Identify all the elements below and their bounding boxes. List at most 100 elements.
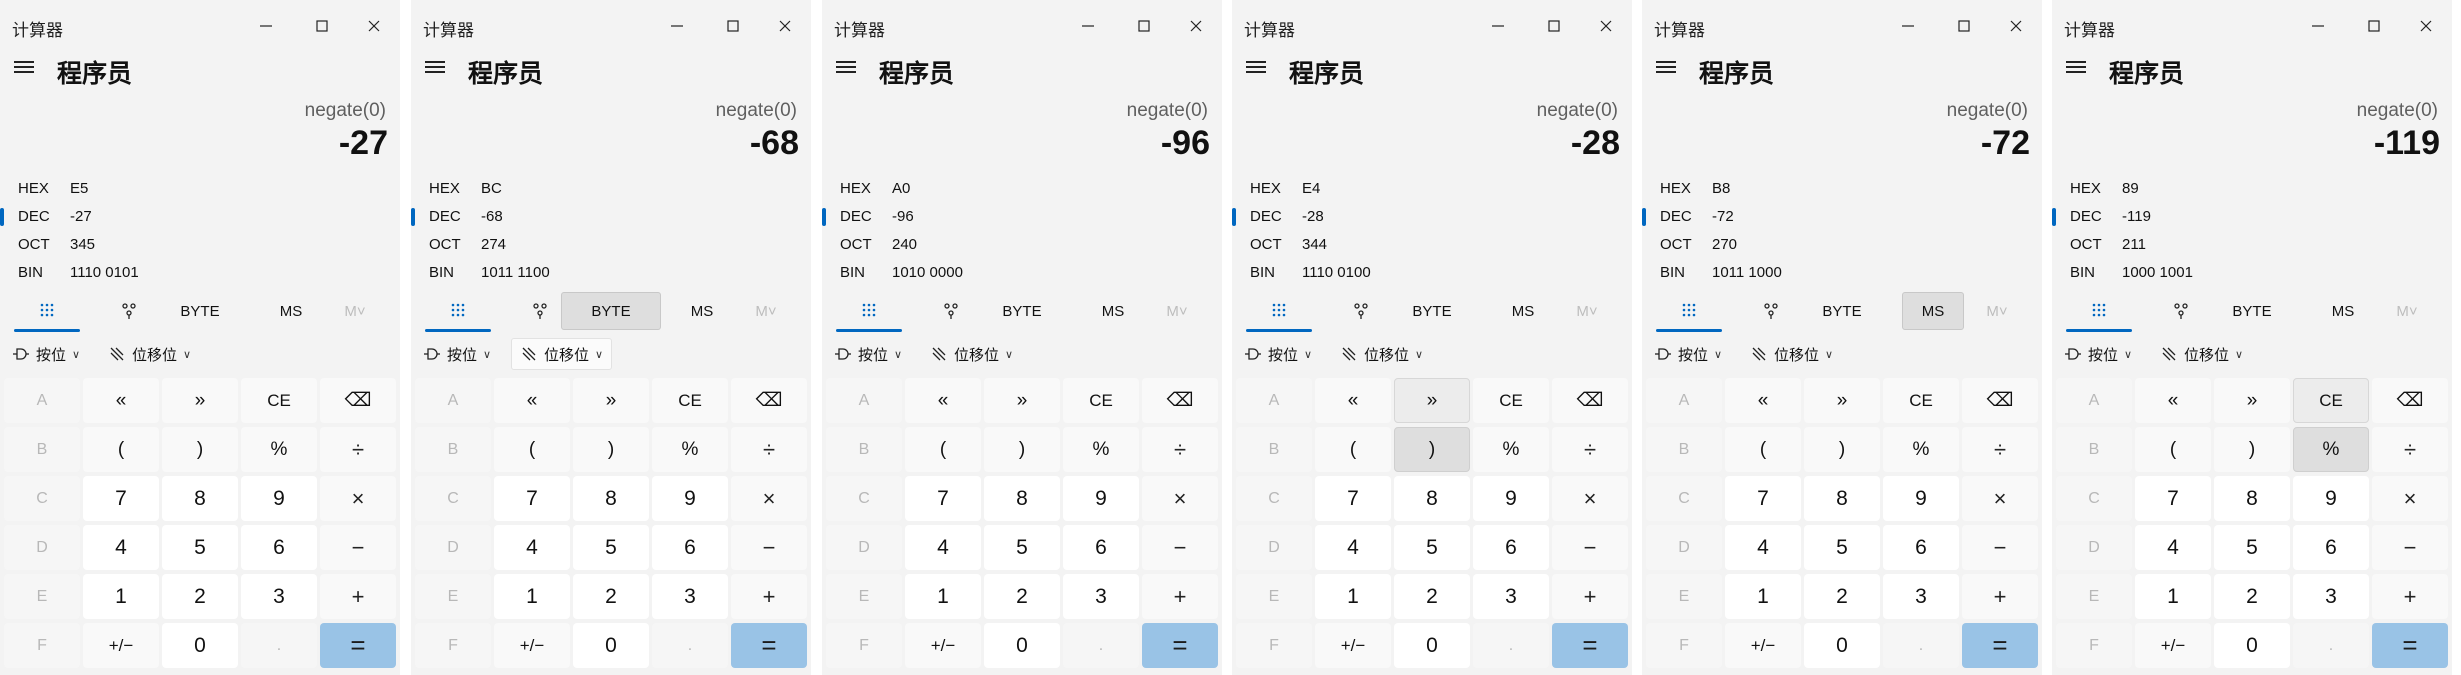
subtract-key[interactable]: −: [320, 525, 396, 570]
full-keypad-tab[interactable]: [4, 292, 90, 332]
bit-shift-dropdown[interactable]: 位移位 ∨: [100, 338, 199, 370]
digit-7-key[interactable]: 7: [1315, 476, 1391, 521]
digit-0-key[interactable]: 0: [573, 623, 649, 668]
digit-1-key[interactable]: 1: [2135, 574, 2211, 619]
digit-2-key[interactable]: 2: [984, 574, 1060, 619]
digit-9-key[interactable]: 9: [1063, 476, 1139, 521]
right-shift-key[interactable]: »: [2214, 378, 2290, 423]
hex-e-key[interactable]: E: [826, 574, 902, 619]
hex-a-key[interactable]: A: [415, 378, 491, 423]
hex-e-key[interactable]: E: [1646, 574, 1722, 619]
digit-1-key[interactable]: 1: [905, 574, 981, 619]
negate-key[interactable]: +/−: [1725, 623, 1801, 668]
right-shift-key[interactable]: »: [1394, 378, 1470, 423]
hex-b-key[interactable]: B: [2056, 427, 2132, 472]
digit-9-key[interactable]: 9: [652, 476, 728, 521]
digit-8-key[interactable]: 8: [2214, 476, 2290, 521]
digit-0-key[interactable]: 0: [1394, 623, 1470, 668]
word-size-button[interactable]: BYTE: [150, 292, 250, 330]
left-shift-key[interactable]: «: [1315, 378, 1391, 423]
multiply-key[interactable]: ×: [2372, 476, 2448, 521]
clear-entry-key[interactable]: CE: [1473, 378, 1549, 423]
radix-bin-row[interactable]: BIN 1110 0101: [0, 258, 400, 286]
radix-oct-row[interactable]: OCT 344: [1232, 230, 1632, 258]
hex-a-key[interactable]: A: [2056, 378, 2132, 423]
digit-6-key[interactable]: 6: [2293, 525, 2369, 570]
radix-oct-row[interactable]: OCT 345: [0, 230, 400, 258]
decimal-key[interactable]: .: [1883, 623, 1959, 668]
minimize-button[interactable]: [2296, 10, 2340, 42]
word-size-button[interactable]: BYTE: [1792, 292, 1892, 330]
digit-8-key[interactable]: 8: [162, 476, 238, 521]
backspace-key[interactable]: ⌫: [1142, 378, 1218, 423]
digit-4-key[interactable]: 4: [2135, 525, 2211, 570]
close-button[interactable]: [1584, 10, 1628, 42]
open-paren-key[interactable]: (: [1315, 427, 1391, 472]
digit-5-key[interactable]: 5: [162, 525, 238, 570]
hex-a-key[interactable]: A: [4, 378, 80, 423]
close-button[interactable]: [2404, 10, 2448, 42]
hamburger-menu-icon[interactable]: [1246, 58, 1268, 80]
digit-4-key[interactable]: 4: [83, 525, 159, 570]
radix-bin-row[interactable]: BIN 1011 1000: [1642, 258, 2042, 286]
hex-d-key[interactable]: D: [826, 525, 902, 570]
backspace-key[interactable]: ⌫: [2372, 378, 2448, 423]
multiply-key[interactable]: ×: [320, 476, 396, 521]
radix-bin-row[interactable]: BIN 1010 0000: [822, 258, 1222, 286]
digit-5-key[interactable]: 5: [2214, 525, 2290, 570]
add-key[interactable]: +: [2372, 574, 2448, 619]
equals-key[interactable]: =: [2372, 623, 2448, 668]
radix-dec-row[interactable]: DEC -96: [822, 202, 1222, 230]
digit-3-key[interactable]: 3: [1473, 574, 1549, 619]
hex-f-key[interactable]: F: [826, 623, 902, 668]
left-shift-key[interactable]: «: [2135, 378, 2211, 423]
radix-bin-row[interactable]: BIN 1000 1001: [2052, 258, 2452, 286]
modulo-key[interactable]: %: [241, 427, 317, 472]
equals-key[interactable]: =: [731, 623, 807, 668]
memory-store-button[interactable]: MS: [1492, 292, 1554, 330]
radix-dec-row[interactable]: DEC -68: [411, 202, 811, 230]
full-keypad-tab[interactable]: [826, 292, 912, 332]
equals-key[interactable]: =: [1142, 623, 1218, 668]
hex-e-key[interactable]: E: [2056, 574, 2132, 619]
add-key[interactable]: +: [320, 574, 396, 619]
open-paren-key[interactable]: (: [494, 427, 570, 472]
digit-6-key[interactable]: 6: [241, 525, 317, 570]
hamburger-menu-icon[interactable]: [836, 58, 858, 80]
digit-1-key[interactable]: 1: [83, 574, 159, 619]
equals-key[interactable]: =: [1552, 623, 1628, 668]
digit-7-key[interactable]: 7: [2135, 476, 2211, 521]
minimize-button[interactable]: [1886, 10, 1930, 42]
radix-hex-row[interactable]: HEX E5: [0, 174, 400, 202]
digit-9-key[interactable]: 9: [2293, 476, 2369, 521]
radix-hex-row[interactable]: HEX 89: [2052, 174, 2452, 202]
left-shift-key[interactable]: «: [494, 378, 570, 423]
open-paren-key[interactable]: (: [83, 427, 159, 472]
decimal-key[interactable]: .: [652, 623, 728, 668]
subtract-key[interactable]: −: [1552, 525, 1628, 570]
negate-key[interactable]: +/−: [83, 623, 159, 668]
digit-9-key[interactable]: 9: [1473, 476, 1549, 521]
negate-key[interactable]: +/−: [2135, 623, 2211, 668]
hex-f-key[interactable]: F: [1646, 623, 1722, 668]
memory-store-button[interactable]: MS: [671, 292, 733, 330]
hamburger-menu-icon[interactable]: [14, 58, 36, 80]
maximize-button[interactable]: [1122, 10, 1166, 42]
hex-a-key[interactable]: A: [1646, 378, 1722, 423]
full-keypad-tab[interactable]: [1236, 292, 1322, 332]
digit-5-key[interactable]: 5: [573, 525, 649, 570]
hex-e-key[interactable]: E: [4, 574, 80, 619]
hex-f-key[interactable]: F: [415, 623, 491, 668]
hex-d-key[interactable]: D: [4, 525, 80, 570]
digit-4-key[interactable]: 4: [905, 525, 981, 570]
hex-a-key[interactable]: A: [1236, 378, 1312, 423]
digit-0-key[interactable]: 0: [2214, 623, 2290, 668]
hex-a-key[interactable]: A: [826, 378, 902, 423]
digit-3-key[interactable]: 3: [1883, 574, 1959, 619]
maximize-button[interactable]: [711, 10, 755, 42]
bitwise-dropdown[interactable]: 按位 ∨: [4, 338, 88, 370]
negate-key[interactable]: +/−: [494, 623, 570, 668]
digit-9-key[interactable]: 9: [241, 476, 317, 521]
memory-recall-button[interactable]: M˅: [741, 292, 791, 330]
equals-key[interactable]: =: [1962, 623, 2038, 668]
